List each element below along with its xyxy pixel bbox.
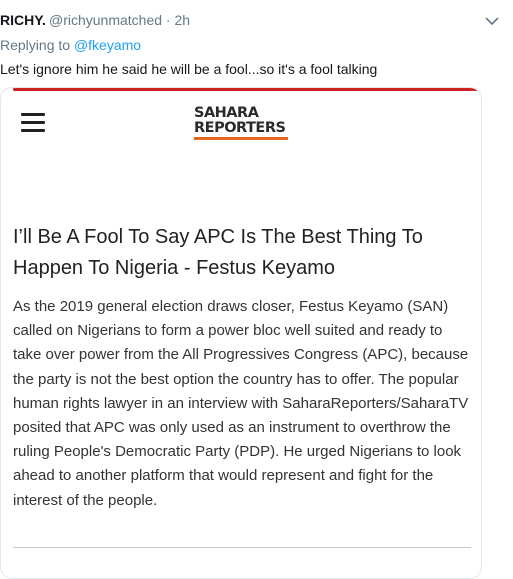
tweet-header: RICHY. @richyunmatched · 2h — [0, 10, 513, 30]
divider — [13, 547, 471, 548]
tweet-text: Let's ignore him he said he will be a fo… — [0, 61, 378, 77]
chevron-down-icon[interactable] — [485, 16, 499, 26]
replying-to: Replying to @fkeyamo — [0, 37, 141, 53]
card-top-accent — [13, 88, 481, 91]
replying-to-label: Replying to — [0, 37, 71, 53]
article-title[interactable]: I’ll Be A Fool To Say APC Is The Best Th… — [13, 222, 463, 284]
author-name[interactable]: RICHY. — [0, 12, 46, 28]
sahara-reporters-logo: SAHARA REPORTERS — [194, 106, 294, 142]
author-handle[interactable]: @richyunmatched · 2h — [49, 12, 190, 28]
article-body: As the 2019 general election draws close… — [13, 298, 469, 509]
logo-underline — [194, 137, 288, 140]
logo-line1: SAHARA — [194, 105, 259, 121]
mention-link[interactable]: @fkeyamo — [74, 37, 141, 53]
article-card[interactable]: SAHARA REPORTERS I’ll Be A Fool To Say A… — [0, 87, 482, 579]
hamburger-menu-icon[interactable] — [21, 113, 45, 133]
logo-line2: REPORTERS — [194, 120, 286, 136]
